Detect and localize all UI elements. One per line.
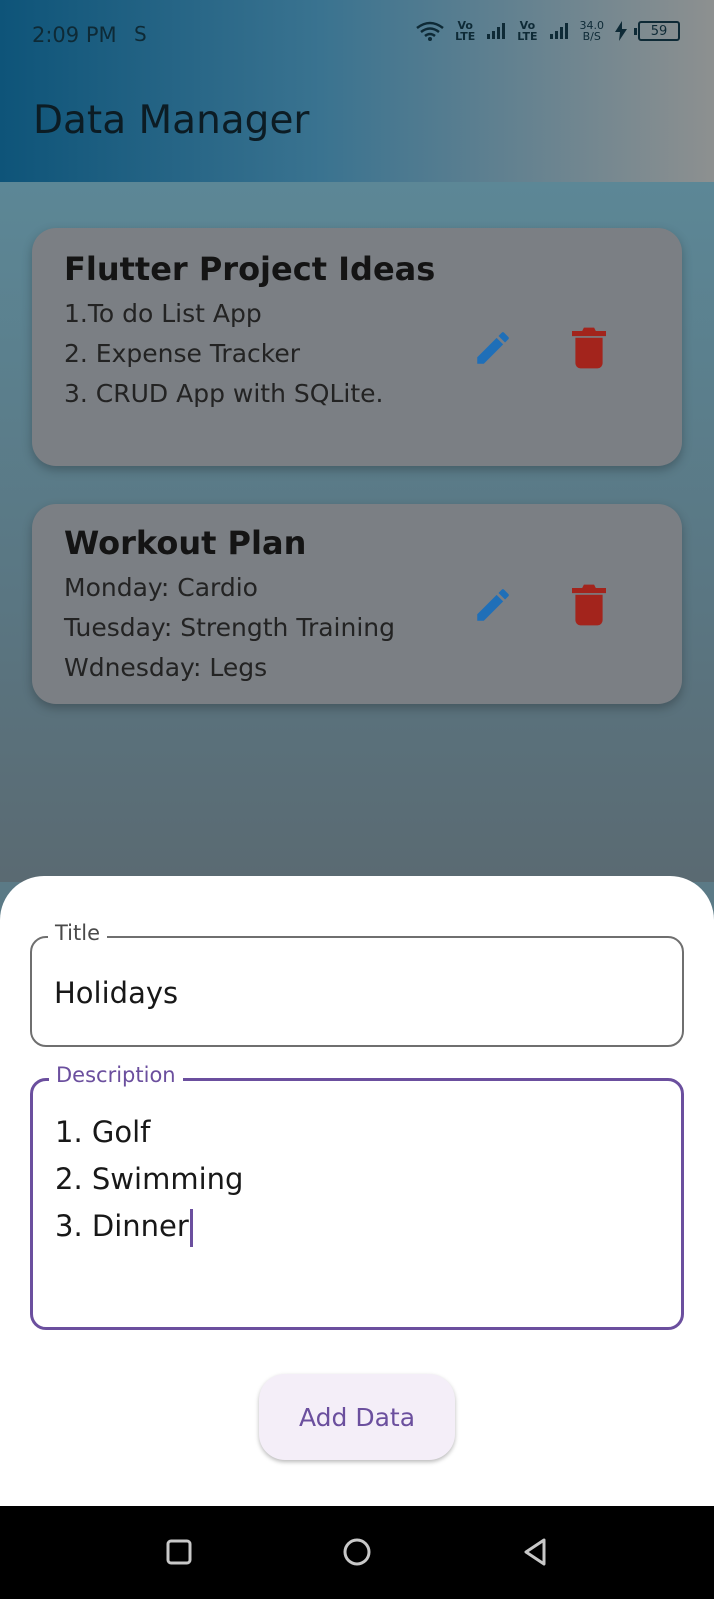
charging-icon	[615, 21, 627, 41]
back-icon[interactable]	[520, 1536, 552, 1568]
app-bar: 2:09 PM S Vo LTE Vo LTE 34.0 B/S 59 Data…	[0, 0, 714, 182]
edit-icon[interactable]	[472, 584, 514, 626]
signal-icon-2	[548, 21, 570, 41]
item-title: Flutter Project Ideas	[64, 250, 436, 288]
add-data-sheet: Title Holidays Description 1. Golf 2. Sw…	[0, 876, 714, 1506]
network-speed: 34.0 B/S	[579, 19, 605, 43]
description-field-label: Description	[49, 1063, 183, 1087]
signal-icon	[485, 21, 507, 41]
status-time: 2:09 PM	[32, 23, 117, 47]
item-description: 1.To do List App 2. Expense Tracker 3. C…	[64, 299, 384, 408]
s-icon: S	[134, 22, 147, 46]
home-icon[interactable]	[341, 1536, 373, 1568]
text-cursor	[189, 1209, 193, 1247]
title-input-value[interactable]: Holidays	[54, 976, 178, 1010]
lte-badge-2: Vo LTE	[517, 19, 538, 43]
status-bar: 2:09 PM S Vo LTE Vo LTE 34.0 B/S 59	[0, 0, 714, 72]
recent-apps-icon[interactable]	[163, 1536, 195, 1568]
description-field[interactable]: Description 1. Golf 2. Swimming 3. Dinne…	[30, 1063, 684, 1330]
delete-icon[interactable]	[572, 327, 606, 369]
description-text: 1. Golf 2. Swimming 3. Dinner	[55, 1115, 244, 1243]
page-title: Data Manager	[33, 98, 310, 143]
title-field-label: Title	[48, 921, 108, 945]
battery-icon: 59	[634, 21, 680, 41]
edit-icon[interactable]	[472, 327, 514, 369]
lte-badge-1: Vo LTE	[455, 19, 476, 43]
description-input-value[interactable]: 1. Golf 2. Swimming 3. Dinner	[55, 1109, 243, 1250]
title-field[interactable]: Title Holidays	[30, 921, 684, 1047]
item-title: Workout Plan	[64, 524, 307, 562]
wifi-icon	[416, 21, 444, 41]
item-list: Flutter Project Ideas 1.To do List App 2…	[0, 182, 714, 882]
delete-icon[interactable]	[572, 584, 606, 626]
add-data-button[interactable]: Add Data	[259, 1374, 455, 1460]
list-item: Workout Plan Monday: Cardio Tuesday: Str…	[32, 504, 682, 704]
system-nav-bar	[0, 1506, 714, 1599]
status-icons: Vo LTE Vo LTE 34.0 B/S 59	[415, 20, 680, 42]
item-description: Monday: Cardio Tuesday: Strength Trainin…	[64, 573, 395, 682]
list-item: Flutter Project Ideas 1.To do List App 2…	[32, 228, 682, 466]
